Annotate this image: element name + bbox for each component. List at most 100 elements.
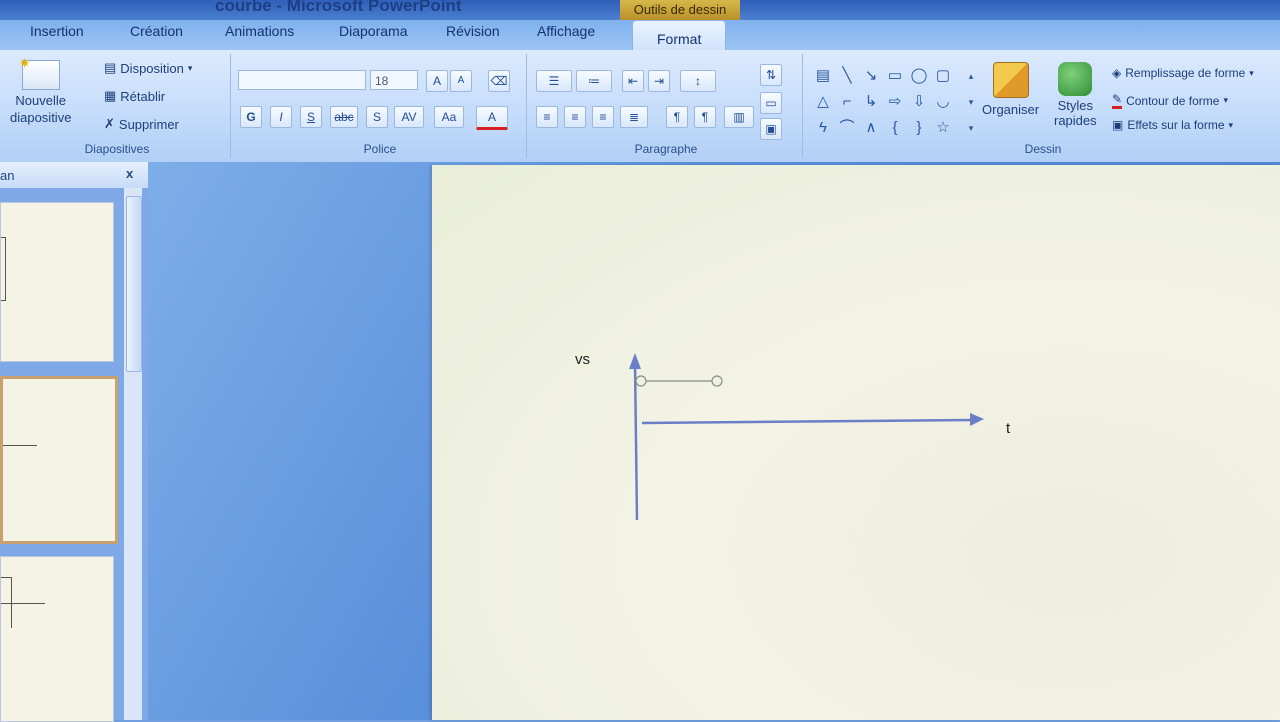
gallery-down-icon[interactable]: ▾ <box>962 94 980 110</box>
tab-format[interactable]: Format <box>632 20 727 51</box>
shape-effects-button[interactable]: ▣ Effets sur la forme ▾ <box>1112 118 1233 132</box>
delete-label: Supprimer <box>118 116 179 132</box>
numbering-icon[interactable]: ≔ <box>576 70 612 92</box>
delete-icon: ✗ <box>104 116 115 131</box>
y-axis-label: vs <box>575 351 590 368</box>
tab-insertion[interactable]: Insertion <box>30 23 84 39</box>
bullets-icon[interactable]: ☰ <box>536 70 572 92</box>
elbow-connector-icon[interactable]: ⌐ <box>838 94 856 110</box>
group-label-paragraphe: Paragraphe <box>634 142 698 156</box>
outline-label: Contour de forme <box>1126 93 1220 108</box>
quick-styles-label: Styles rapides <box>1054 98 1097 128</box>
line-shape-icon[interactable]: ╲ <box>838 68 856 84</box>
italic-button[interactable]: I <box>270 106 292 128</box>
lightning-shape-icon[interactable]: ϟ <box>814 120 832 136</box>
shape-outline-button[interactable]: ✎ Contour de forme ▾ <box>1112 92 1228 109</box>
group-label-dessin: Dessin <box>1024 142 1062 156</box>
tab-affichage[interactable]: Affichage <box>537 23 595 39</box>
triangle-shape-icon[interactable]: △ <box>814 94 832 110</box>
elbow-arrow-icon[interactable]: ↳ <box>862 94 880 110</box>
scrollbar-thumb[interactable] <box>126 196 142 372</box>
arc-shape-icon[interactable]: ◡ <box>934 94 952 110</box>
slide-canvas[interactable]: vs t <box>432 165 1280 720</box>
arrange-label: Organiser <box>982 102 1040 117</box>
underline-button[interactable]: S <box>300 106 322 128</box>
group-label-diapositives: Diapositives <box>84 142 150 156</box>
line-handle-start[interactable] <box>635 375 647 387</box>
strike-button[interactable]: abc <box>330 106 358 128</box>
align-right-icon[interactable]: ≡ <box>592 106 614 128</box>
columns-icon[interactable]: ▥ <box>724 106 754 128</box>
panel-header: an x <box>0 162 148 188</box>
rectangle-shape-icon[interactable]: ▭ <box>886 68 904 84</box>
strike-label: abc <box>334 110 354 124</box>
reset-button[interactable]: ▦ Rétablir <box>104 88 165 104</box>
spacing-label: AV <box>401 110 417 124</box>
case-button[interactable]: Aa <box>434 106 464 128</box>
font-name-combo[interactable] <box>238 70 366 90</box>
font-size-combo[interactable]: 18 <box>370 70 418 90</box>
arrange-button[interactable]: Organiser <box>982 62 1039 117</box>
drawing-tools-context-label: Outils de dessin <box>620 0 740 20</box>
align-text-icon[interactable]: ▭ <box>760 92 782 114</box>
new-slide-label: Nouvelle diapositive <box>10 93 72 125</box>
group-paragraphe: ☰ ≔ ⇤ ⇥ ↕ ⇅ ▭ ▣ ≡ ≡ ≡ ≣ ¶ ¶ ▥ Paragraphe <box>530 54 803 158</box>
panel-scrollbar[interactable] <box>124 188 142 720</box>
oval-shape-icon[interactable]: ◯ <box>910 68 928 84</box>
right-arrow-shape-icon[interactable]: ⇨ <box>886 94 904 110</box>
x-axis[interactable] <box>641 418 973 425</box>
brace-left-shape-icon[interactable]: { <box>886 120 904 136</box>
shadow-button[interactable]: S <box>366 106 388 128</box>
gallery-up-icon[interactable]: ▴ <box>962 68 980 84</box>
clear-format-icon[interactable]: ⌫ <box>488 70 510 92</box>
down-arrow-shape-icon[interactable]: ⇩ <box>910 94 928 110</box>
quick-styles-button[interactable]: Styles rapides <box>1054 62 1097 128</box>
outline-icon: ✎ <box>1112 92 1123 109</box>
close-icon[interactable]: x <box>126 166 133 181</box>
decrease-indent-icon[interactable]: ⇤ <box>622 70 644 92</box>
font-color-button[interactable]: A <box>476 106 508 130</box>
textbox-shape-icon[interactable]: ▤ <box>814 68 832 84</box>
star-shape-icon[interactable]: ☆ <box>934 120 952 136</box>
new-slide-button[interactable]: ✷ Nouvelle diapositive <box>10 55 72 126</box>
arrow-line-shape-icon[interactable]: ↘ <box>862 68 880 84</box>
align-center-icon[interactable]: ≡ <box>564 106 586 128</box>
bold-button[interactable]: G <box>240 106 262 128</box>
slide-thumbnail[interactable] <box>0 556 114 722</box>
rtl-icon[interactable]: ¶ <box>666 106 688 128</box>
tab-animations[interactable]: Animations <box>225 23 294 39</box>
x-axis-label: t <box>1006 420 1011 437</box>
panel-tab-outline[interactable]: an <box>0 168 14 183</box>
spacing-button[interactable]: AV <box>394 106 424 128</box>
freeform-shape-icon[interactable]: ∧ <box>862 120 880 136</box>
smartart-icon[interactable]: ▣ <box>760 118 782 140</box>
shapes-gallery-icon[interactable]: ▤ ╲ ↘ ▭ ◯ ▢ △ ⌐ ↳ ⇨ ⇩ ◡ ϟ ⌒ ∧ { } ☆ ▴ ▾ … <box>812 64 976 136</box>
reset-label: Rétablir <box>120 88 166 104</box>
gallery-more-icon[interactable]: ▾ <box>962 120 980 136</box>
group-dessin: ▤ ╲ ↘ ▭ ◯ ▢ △ ⌐ ↳ ⇨ ⇩ ◡ ϟ ⌒ ∧ { } ☆ ▴ ▾ … <box>806 54 1280 158</box>
shape-fill-button[interactable]: ◈ Remplissage de forme ▾ <box>1112 66 1254 80</box>
delete-slide-button[interactable]: ✗ Supprimer <box>104 116 179 132</box>
line-handle-end[interactable] <box>711 375 723 387</box>
line-spacing-icon[interactable]: ↕ <box>680 70 716 92</box>
align-left-icon[interactable]: ≡ <box>536 106 558 128</box>
font-shrink-icon[interactable]: A <box>450 70 472 92</box>
tab-creation[interactable]: Création <box>130 23 183 39</box>
font-grow-icon[interactable]: A <box>426 70 448 92</box>
layout-button[interactable]: ▤ Disposition ▾ <box>104 60 192 76</box>
y-axis[interactable] <box>633 362 639 521</box>
rounded-rect-shape-icon[interactable]: ▢ <box>934 68 952 84</box>
tab-revision[interactable]: Révision <box>446 23 500 39</box>
quick-styles-icon <box>1058 62 1093 96</box>
slide-thumbnail[interactable] <box>0 202 114 362</box>
tab-diaporama[interactable]: Diaporama <box>339 23 407 39</box>
increase-indent-icon[interactable]: ⇥ <box>648 70 670 92</box>
justify-icon[interactable]: ≣ <box>620 106 648 128</box>
ltr-icon[interactable]: ¶ <box>694 106 716 128</box>
bold-label: G <box>246 110 256 124</box>
curve-shape-icon[interactable]: ⌒ <box>838 120 856 136</box>
brace-right-shape-icon[interactable]: } <box>910 120 928 136</box>
text-direction-icon[interactable]: ⇅ <box>760 64 782 86</box>
slide-thumbnail-selected[interactable] <box>0 376 118 544</box>
window-title: courbe - Microsoft PowerPoint <box>215 0 462 15</box>
